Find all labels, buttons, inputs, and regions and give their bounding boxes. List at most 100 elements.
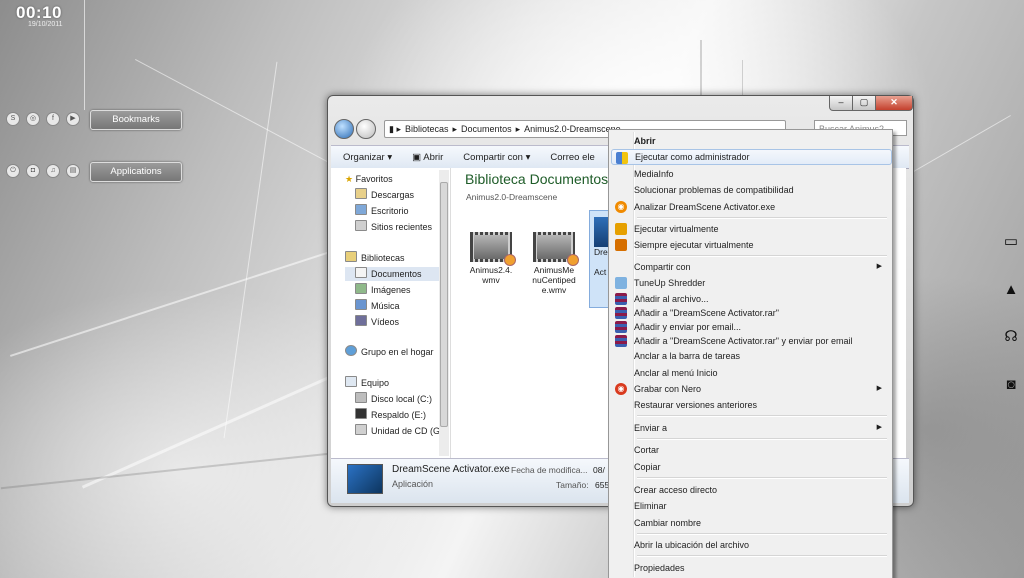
breadcrumb-2[interactable]: Documentos bbox=[461, 124, 512, 134]
menu-separator bbox=[637, 533, 887, 535]
pictures-icon bbox=[355, 283, 367, 294]
video-file-icon bbox=[470, 232, 516, 266]
menu-scan[interactable]: ◉ Analizar DreamScene Activator.exe bbox=[611, 199, 890, 215]
libraries-icon bbox=[345, 251, 357, 262]
menu-always-run-virtual[interactable]: Siempre ejecutar virtualmente bbox=[611, 237, 890, 253]
documents-icon bbox=[355, 267, 367, 278]
nav-videos[interactable]: Vídeos bbox=[355, 315, 399, 329]
nav-disk-e[interactable]: Respaldo (E:) bbox=[355, 408, 426, 422]
headphones-icon[interactable]: ☊ bbox=[1001, 327, 1021, 347]
nav-favorites[interactable]: ★ Favoritos bbox=[345, 172, 393, 186]
nav-recent[interactable]: Sitios recientes bbox=[355, 220, 432, 234]
details-modified-label: Fecha de modifica... bbox=[511, 465, 588, 475]
details-size-label: Tamaño: bbox=[556, 480, 589, 490]
video-file-icon bbox=[533, 232, 579, 266]
breadcrumb-1[interactable]: Bibliotecas bbox=[405, 124, 449, 134]
nav-computer[interactable]: Equipo bbox=[345, 376, 389, 390]
file-item[interactable]: Animus2.4. wmv bbox=[464, 232, 518, 285]
nav-cd[interactable]: Unidad de CD (G bbox=[355, 424, 440, 438]
library-title: Biblioteca Documentos bbox=[465, 171, 609, 187]
details-modified-value: 08/ bbox=[593, 465, 605, 475]
music-note-icon[interactable]: ♫ bbox=[46, 164, 60, 178]
cd-drive-icon bbox=[355, 424, 367, 435]
skype-icon[interactable]: S bbox=[6, 112, 20, 126]
menu-open-file-location[interactable]: Abrir la ubicación del archivo bbox=[611, 537, 890, 553]
disk-icon bbox=[355, 392, 367, 403]
exe-file-icon bbox=[594, 217, 608, 247]
details-file-name: DreamScene Activator.exe bbox=[392, 464, 510, 475]
context-menu: Abrir Ejecutar como administrador MediaI… bbox=[608, 129, 893, 578]
menu-send-to[interactable]: Enviar a ▶ bbox=[611, 420, 890, 436]
menu-burn-nero[interactable]: ◉ Grabar con Nero ▶ bbox=[611, 381, 890, 397]
homegroup-icon bbox=[345, 345, 357, 356]
computer-icon bbox=[345, 376, 357, 387]
nav-music[interactable]: Música bbox=[355, 299, 400, 313]
winrar-icon bbox=[615, 307, 627, 319]
open-button[interactable]: ▣ Abrir bbox=[412, 152, 443, 163]
menu-troubleshoot-compat[interactable]: Solucionar problemas de compatibilidad bbox=[611, 182, 890, 198]
maximize-button[interactable]: ▢ bbox=[852, 96, 876, 111]
folder-app-icon[interactable]: ▤ bbox=[66, 164, 80, 178]
nav-homegroup[interactable]: Grupo en el hogar bbox=[345, 345, 434, 359]
owl-icon[interactable]: ◎ bbox=[26, 112, 40, 126]
nero-icon: ◉ bbox=[615, 383, 627, 395]
nav-pictures[interactable]: Imágenes bbox=[355, 283, 411, 297]
menu-tuneup-shredder[interactable]: TuneUp Shredder bbox=[611, 275, 890, 291]
menu-rename[interactable]: Cambiar nombre bbox=[611, 515, 890, 531]
applications-dock: ⏻ ◘ ♫ ▤ bbox=[0, 161, 80, 181]
menu-properties[interactable]: Propiedades bbox=[611, 560, 890, 576]
camera-app-icon[interactable]: ◘ bbox=[26, 164, 40, 178]
menu-restore-versions[interactable]: Restaurar versiones anteriores bbox=[611, 397, 890, 413]
menu-separator bbox=[637, 217, 887, 219]
folder-icon: ▮ ▸ bbox=[389, 123, 401, 134]
nav-desktop[interactable]: Escritorio bbox=[355, 204, 409, 218]
forward-button[interactable] bbox=[356, 119, 376, 139]
downloads-icon bbox=[355, 188, 367, 199]
menu-separator bbox=[637, 555, 887, 557]
menu-run-virtual[interactable]: Ejecutar virtualmente bbox=[611, 221, 890, 237]
videos-icon bbox=[355, 315, 367, 326]
youtube-icon[interactable]: ▶ bbox=[66, 112, 80, 126]
organize-button[interactable]: Organizar ▾ bbox=[343, 152, 392, 163]
nav-disk-c[interactable]: Disco local (C:) bbox=[355, 392, 432, 406]
menu-cut[interactable]: Cortar bbox=[611, 442, 890, 458]
minimize-button[interactable]: – bbox=[829, 96, 853, 111]
nav-libraries[interactable]: Bibliotecas bbox=[345, 251, 405, 265]
breadcrumb-3[interactable]: Animus2.0-Dreamscene bbox=[524, 124, 621, 134]
menu-add-to-rar-and-email[interactable]: Añadir a "DreamScene Activator.rar" y en… bbox=[611, 333, 890, 349]
menu-copy[interactable]: Copiar bbox=[611, 459, 890, 475]
close-button[interactable]: ✕ bbox=[875, 96, 913, 111]
divider bbox=[84, 0, 85, 110]
menu-open[interactable]: Abrir bbox=[611, 133, 890, 149]
details-file-type: Aplicación bbox=[392, 479, 434, 489]
scrollbar-thumb[interactable] bbox=[440, 182, 448, 427]
file-item[interactable]: AnimusMe nuCentiped e.wmv bbox=[527, 232, 581, 295]
menu-separator bbox=[637, 477, 887, 479]
facebook-icon[interactable]: f bbox=[46, 112, 60, 126]
nav-scrollbar[interactable] bbox=[439, 170, 449, 456]
menu-pin-taskbar[interactable]: Anclar a la barra de tareas bbox=[611, 348, 890, 364]
bookmarks-dock: S ◎ f ▶ bbox=[0, 109, 80, 129]
nav-downloads[interactable]: Descargas bbox=[355, 188, 414, 202]
menu-create-shortcut[interactable]: Crear acceso directo bbox=[611, 482, 890, 498]
bookmarks-button[interactable]: Bookmarks bbox=[90, 110, 182, 130]
monitor-icon[interactable]: ▭ bbox=[1001, 232, 1021, 252]
menu-delete[interactable]: Eliminar bbox=[611, 498, 890, 514]
nav-documents[interactable]: Documentos bbox=[345, 267, 448, 281]
virtual-run-icon bbox=[615, 223, 627, 235]
triangle-icon[interactable]: ▲ bbox=[1001, 280, 1021, 300]
menu-share-with[interactable]: Compartir con ▶ bbox=[611, 259, 890, 275]
email-button[interactable]: Correo ele bbox=[550, 152, 594, 163]
back-button[interactable] bbox=[334, 119, 354, 139]
submenu-arrow-icon: ▶ bbox=[876, 385, 882, 392]
camera-icon[interactable]: ◙ bbox=[1001, 375, 1021, 395]
share-button[interactable]: Compartir con ▾ bbox=[463, 152, 530, 163]
power-icon[interactable]: ⏻ bbox=[6, 164, 20, 178]
star-icon: ★ bbox=[345, 174, 356, 184]
desktop-wallpaper: 00:10 19/10/2011 S ◎ f ▶ Bookmarks ⏻ ◘ ♫… bbox=[0, 0, 1024, 578]
menu-mediainfo[interactable]: MediaInfo bbox=[611, 166, 890, 182]
applications-button[interactable]: Applications bbox=[90, 162, 182, 182]
menu-run-as-admin[interactable]: Ejecutar como administrador bbox=[611, 149, 892, 165]
menu-pin-start[interactable]: Anclar al menú Inicio bbox=[611, 365, 890, 381]
winrar-icon bbox=[615, 293, 627, 305]
